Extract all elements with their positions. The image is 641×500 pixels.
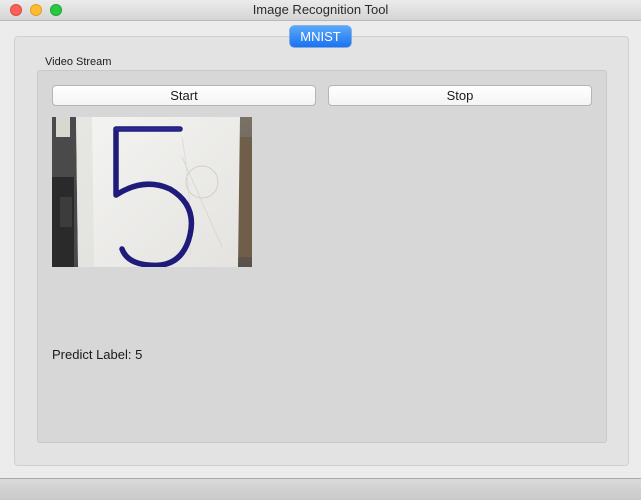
webcam-frame-image — [52, 117, 252, 267]
prediction-output: Predict Label: 5 — [52, 347, 142, 362]
app-window: Image Recognition Tool MNIST Video Strea… — [0, 0, 641, 500]
window-title: Image Recognition Tool — [252, 2, 389, 17]
stop-button[interactable]: Stop — [328, 85, 592, 106]
video-frame — [52, 117, 252, 267]
title-bar[interactable]: Image Recognition Tool — [0, 0, 641, 21]
window-bottom-bar — [0, 478, 641, 500]
prediction-label: Predict Label: — [52, 347, 132, 362]
video-stream-group-label: Video Stream — [45, 56, 112, 68]
start-button[interactable]: Start — [52, 85, 316, 106]
prediction-value: 5 — [135, 347, 143, 362]
tab-mnist[interactable]: MNIST — [290, 26, 351, 47]
